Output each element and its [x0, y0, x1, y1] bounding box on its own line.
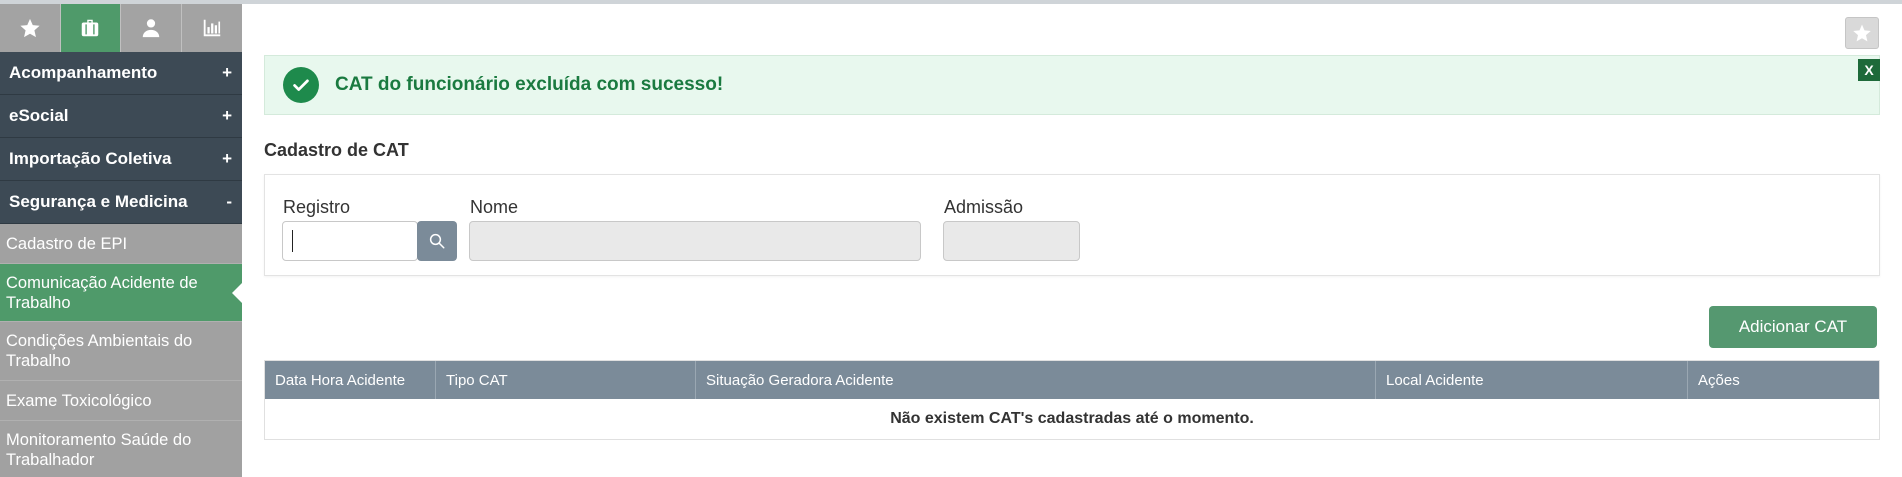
expand-icon: + — [222, 63, 232, 82]
employee-form-panel: Registro Nome Admissão — [264, 174, 1880, 276]
registro-input[interactable] — [282, 221, 418, 261]
tab-business[interactable] — [60, 4, 121, 52]
add-cat-button[interactable]: Adicionar CAT — [1709, 306, 1877, 348]
menu-group-importacao-coletiva[interactable]: Importação Coletiva + — [0, 138, 242, 181]
menu-group-label: Importação Coletiva — [9, 149, 172, 168]
text-cursor — [292, 230, 293, 252]
star-icon — [20, 18, 40, 38]
person-icon — [142, 19, 159, 38]
search-icon — [429, 233, 445, 249]
nome-field — [469, 221, 921, 261]
sidebar-item-monitoramento-saude[interactable]: Monitoramento Saúde do Trabalhador — [0, 421, 242, 477]
menu-group-acompanhamento[interactable]: Acompanhamento + — [0, 52, 242, 95]
sidebar-item-label: Comunicação Acidente de Trabalho — [6, 273, 198, 312]
alert-message: CAT do funcionário excluída com sucesso! — [335, 74, 724, 95]
alert-close-button[interactable]: X — [1858, 59, 1880, 81]
search-button[interactable] — [417, 221, 457, 261]
briefcase-icon — [82, 19, 99, 37]
sidebar-item-condicoes-ambientais[interactable]: Condições Ambientais do Trabalho — [0, 322, 242, 381]
menu-group-label: Acompanhamento — [9, 63, 158, 82]
sidebar-item-label: Monitoramento Saúde do Trabalhador — [6, 431, 192, 469]
column-header[interactable]: Local Acidente — [1376, 361, 1688, 399]
nome-label: Nome — [470, 197, 519, 217]
column-header[interactable]: Data Hora Acidente — [265, 361, 436, 399]
menu-group-esocial[interactable]: eSocial + — [0, 95, 242, 138]
sidebar-item-label: Cadastro de EPI — [6, 234, 128, 253]
tab-person[interactable] — [121, 4, 182, 52]
main-content: CAT do funcionário excluída com sucesso!… — [242, 4, 1902, 477]
sidebar-item-comunicacao-acidente[interactable]: Comunicação Acidente de Trabalho — [0, 264, 242, 322]
table-empty-message: Não existem CAT's cadastradas até o mome… — [265, 399, 1879, 439]
registro-label: Registro — [283, 197, 351, 217]
sidebar-icon-tabs — [0, 4, 242, 52]
sidebar-item-label: Condições Ambientais do Trabalho — [6, 332, 193, 370]
sidebar-item-exame-toxicologico[interactable]: Exame Toxicológico — [0, 381, 242, 421]
column-header[interactable]: Situação Geradora Acidente — [696, 361, 1376, 399]
admissao-field — [943, 221, 1080, 261]
sidebar-item-label: Exame Toxicológico — [6, 391, 152, 410]
expand-icon: + — [222, 106, 232, 125]
tab-favorites[interactable] — [0, 4, 61, 52]
admissao-label: Admissão — [944, 197, 1024, 217]
column-header[interactable]: Tipo CAT — [436, 361, 696, 399]
page-title: Cadastro de CAT — [264, 140, 409, 160]
cat-table: Data Hora Acidente Tipo CAT Situação Ger… — [264, 360, 1880, 440]
expand-icon: + — [222, 149, 232, 168]
sidebar: Acompanhamento + eSocial + Importação Co… — [0, 4, 242, 477]
success-alert: CAT do funcionário excluída com sucesso!… — [264, 55, 1880, 115]
table-header: Data Hora Acidente Tipo CAT Situação Ger… — [265, 361, 1879, 399]
star-icon — [1853, 24, 1871, 42]
collapse-icon: - — [226, 192, 232, 211]
menu-group-seguranca-medicina[interactable]: Segurança e Medicina - — [0, 181, 242, 224]
menu-group-label: eSocial — [9, 106, 69, 125]
favorite-button[interactable] — [1845, 17, 1879, 49]
menu-group-label: Segurança e Medicina — [9, 192, 188, 211]
sidebar-item-cadastro-epi[interactable]: Cadastro de EPI — [0, 224, 242, 264]
bar-chart-icon — [203, 19, 220, 37]
check-circle-icon — [283, 67, 319, 103]
column-header: Ações — [1698, 371, 1740, 389]
tab-reports[interactable] — [181, 4, 242, 52]
